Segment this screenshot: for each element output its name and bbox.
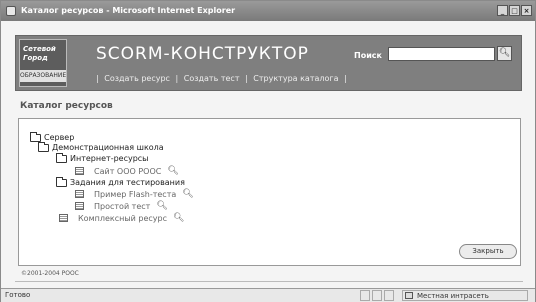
menu-separator: |: [96, 74, 99, 83]
security-zone: Местная интрасеть: [402, 290, 528, 301]
status-cell: [384, 290, 394, 301]
tree-node-flash-test[interactable]: Пример Flash-теста 🔍︎: [75, 189, 194, 199]
tree-node-site-roos[interactable]: Сайт ООО РООС 🔍︎: [75, 166, 179, 176]
folder-icon: [30, 131, 41, 142]
tree-label: Простой тест: [94, 201, 151, 211]
tree-node-server[interactable]: Сервер: [30, 131, 75, 142]
zone-label: Местная интрасеть: [417, 292, 489, 300]
resource-icon: [59, 214, 68, 222]
status-text: Готово: [5, 291, 31, 299]
tree-label: Интернет-ресурсы: [70, 154, 149, 163]
status-cell: [372, 290, 382, 301]
logo[interactable]: Сетевой Город ОБРАЗОВАНИЕ: [19, 39, 67, 87]
menu-catalog-structure[interactable]: Структура каталога: [253, 74, 338, 83]
menu-separator: |: [245, 74, 248, 83]
menu-separator: |: [344, 74, 347, 83]
window-title: Каталог ресурсов - Microsoft Internet Ex…: [21, 6, 236, 15]
folder-icon: [56, 176, 67, 187]
tree-label: Сайт ООО РООС: [94, 166, 162, 176]
maximize-button[interactable]: □: [509, 5, 520, 16]
logo-line2: Город: [23, 54, 48, 62]
footer-divider: [15, 281, 523, 282]
close-button[interactable]: Закрыть: [459, 244, 517, 259]
menu-create-test[interactable]: Создать тест: [184, 74, 240, 83]
copyright: ©2001-2004 РООС: [21, 270, 79, 277]
header-banner: Сетевой Город ОБРАЗОВАНИЕ SCORM-КОНСТРУК…: [15, 35, 522, 91]
title-bar: Каталог ресурсов - Microsoft Internet Ex…: [1, 1, 535, 21]
tree-node-simple-test[interactable]: Простой тест 🔍︎: [75, 201, 168, 211]
page-title: Каталог ресурсов: [20, 101, 113, 111]
logo-line1: Сетевой: [23, 45, 56, 53]
app-brand: SCORM-КОНСТРУКТОР: [96, 44, 309, 64]
tree-node-complex-resource[interactable]: Комплексный ресурс 🔍︎: [59, 213, 184, 223]
status-cell: [360, 290, 370, 301]
status-cells: [360, 290, 394, 301]
tree-label: Пример Flash-теста: [94, 189, 177, 199]
folder-icon: [38, 141, 49, 152]
tree-node-internet-resources[interactable]: Интернет-ресурсы: [56, 152, 149, 163]
top-menu: | Создать ресурс | Создать тест | Структ…: [96, 74, 350, 83]
resource-icon: [75, 202, 84, 210]
menu-create-resource[interactable]: Создать ресурс: [104, 74, 170, 83]
magnifier-icon[interactable]: 🔍︎: [167, 166, 178, 176]
resource-icon: [75, 190, 84, 198]
tree-label: Демонстрационная школа: [52, 143, 164, 152]
menu-separator: |: [175, 74, 179, 83]
search-label: Поиск: [354, 51, 382, 60]
minimize-button[interactable]: _: [497, 5, 508, 16]
close-window-button[interactable]: ×: [521, 5, 532, 16]
tree-label: Задания для тестирования: [70, 178, 185, 187]
magnifier-icon[interactable]: 🔍︎: [156, 201, 167, 211]
magnifier-icon[interactable]: 🔍︎: [173, 213, 184, 223]
ie-icon: [6, 6, 16, 16]
tree-node-school[interactable]: Демонстрационная школа: [38, 141, 164, 152]
intranet-icon: [405, 292, 413, 299]
tree-node-test-tasks[interactable]: Задания для тестирования: [56, 176, 185, 187]
logo-line3: ОБРАЗОВАНИЕ: [20, 70, 66, 82]
folder-icon: [56, 152, 67, 163]
resource-icon: [75, 167, 84, 175]
browser-window: Каталог ресурсов - Microsoft Internet Ex…: [0, 0, 536, 302]
tree-label: Комплексный ресурс: [78, 213, 168, 223]
search-input[interactable]: [388, 47, 495, 61]
search-icon[interactable]: 🔍︎: [497, 46, 512, 61]
magnifier-icon[interactable]: 🔍︎: [182, 189, 193, 199]
status-bar: Готово Местная интрасеть: [1, 288, 535, 302]
window-controls: _ □ ×: [497, 5, 532, 16]
tree-label: Сервер: [44, 133, 75, 142]
catalog-panel: Сервер Демонстрационная школа Интернет-р…: [18, 118, 521, 266]
